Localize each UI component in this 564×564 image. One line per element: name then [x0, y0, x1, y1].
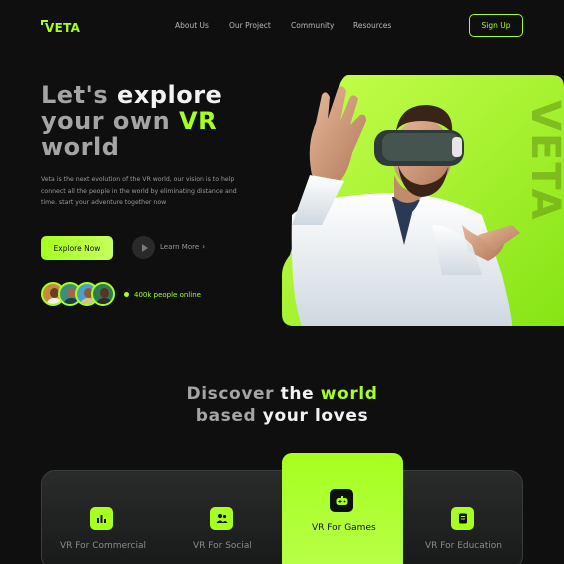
chart-icon: [97, 515, 106, 523]
avatar-body: [96, 298, 113, 304]
discover-word: Discover: [186, 384, 275, 404]
learn-more-link[interactable]: Learn More: [160, 243, 199, 251]
nav-about-us[interactable]: About Us: [175, 21, 209, 30]
logo[interactable]: VETA: [41, 18, 80, 35]
people-icon: [216, 514, 227, 523]
online-status-dot: [124, 292, 129, 297]
book-icon: [458, 513, 467, 524]
category-label-commercial[interactable]: VR For Commercial: [60, 541, 146, 551]
hero-watermark: VETA: [522, 100, 564, 222]
explore-now-button[interactable]: Explore Now: [41, 236, 113, 260]
category-card-games-icon[interactable]: [330, 489, 353, 512]
logo-mark-icon: [41, 19, 51, 34]
play-video-button[interactable]: [132, 236, 155, 259]
discover-word: world: [320, 384, 378, 404]
category-label-games[interactable]: VR For Games: [312, 523, 376, 533]
gamepad-icon: [336, 495, 347, 505]
discover-title-line2: based your loves: [0, 406, 564, 426]
hero-description: Veta is the next evolution of the VR wor…: [41, 176, 237, 207]
discover-word: your loves: [262, 406, 369, 426]
category-card-social-icon[interactable]: [210, 507, 233, 530]
category-label-education[interactable]: VR For Education: [425, 541, 502, 551]
discover-word: based: [195, 406, 257, 426]
sign-up-button[interactable]: Sign Up: [469, 14, 523, 37]
avatar: [91, 282, 115, 306]
chevron-right-icon: ›: [202, 242, 206, 251]
hero-title-word: Let's: [41, 81, 109, 109]
category-card-education-icon[interactable]: [451, 507, 474, 530]
nav-resources[interactable]: Resources: [353, 21, 391, 30]
hero-title-word: your own: [41, 107, 171, 135]
avatar-head: [100, 288, 109, 298]
discover-title-line1: Discover the world: [0, 384, 564, 404]
category-label-social[interactable]: VR For Social: [193, 541, 252, 551]
hero-title-word: world: [41, 133, 120, 161]
nav-community[interactable]: Community: [291, 21, 334, 30]
discover-word: the: [280, 384, 315, 404]
nav-our-project[interactable]: Our Project: [229, 21, 271, 30]
category-card-commercial-icon[interactable]: [90, 507, 113, 530]
online-count: 400k people online: [134, 291, 201, 299]
play-icon: [141, 243, 148, 252]
hero-title-word: explore: [117, 81, 223, 109]
hero-title: Let's explore your own VR world: [41, 82, 222, 160]
hero-title-word: VR: [179, 107, 218, 135]
